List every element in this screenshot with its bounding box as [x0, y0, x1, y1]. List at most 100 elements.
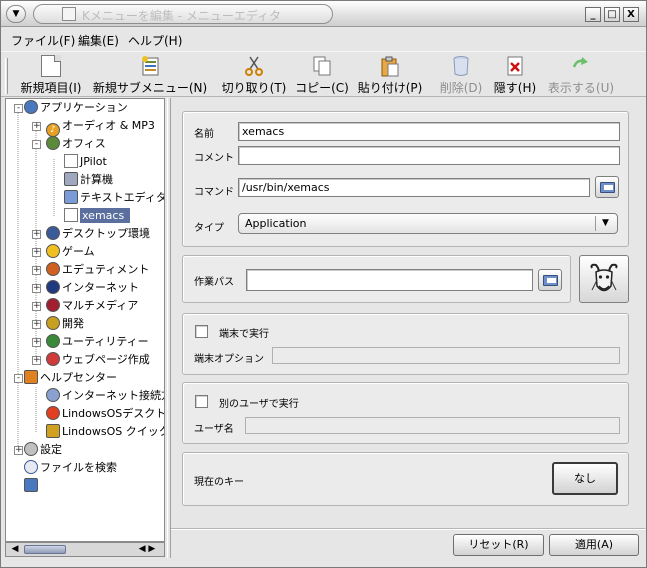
terminal-options-field[interactable] [272, 347, 620, 364]
menu-help[interactable]: ヘルプ(H) [128, 32, 182, 49]
tree-item-lindows-quick[interactable]: LindowsOS クイック [46, 423, 164, 441]
tree-item-label: 設定 [40, 443, 62, 456]
scroll-thumb[interactable] [24, 545, 66, 554]
tree-item-applications[interactable]: アプリケーション [24, 99, 128, 117]
tree-expander-help-center[interactable]: - [14, 374, 23, 383]
tree-item-desktop[interactable]: デスクトップ環境 [46, 225, 150, 243]
tree-item-webpage[interactable]: ウェブページ作成 [46, 351, 150, 369]
tree-item-computer[interactable] [24, 477, 40, 495]
name-field[interactable]: xemacs [238, 122, 620, 141]
paste-label: 貼り付け(P) [357, 81, 423, 95]
title-bar[interactable]: ▼ Kメニューを編集 - メニューエディタ _ □ X [1, 1, 646, 27]
tree-item-internet-connection[interactable]: インターネット接続方 [46, 387, 164, 405]
tree-item-settings[interactable]: 設定 [24, 441, 62, 459]
apply-button[interactable]: 適用(A) [549, 534, 639, 556]
comment-field[interactable] [238, 146, 620, 165]
app-icon-button[interactable] [579, 255, 629, 303]
tree-expander-utility[interactable]: + [32, 338, 41, 347]
search-icon [24, 460, 38, 474]
new-item-button[interactable]: 新規項目(I) [15, 52, 87, 97]
minimize-button[interactable]: _ [585, 7, 601, 22]
tree-item-text-editor[interactable]: テキストエディタ [64, 189, 164, 207]
tree-item-xemacs[interactable]: xemacs [64, 207, 131, 225]
tree-item-edutainment[interactable]: エデュティメント [46, 261, 149, 279]
tree-horizontal-scrollbar[interactable]: ◀ ◀ ▶ [5, 542, 165, 557]
workpath-browse-button[interactable] [538, 269, 562, 291]
tree-item-internet[interactable]: インターネット [46, 279, 139, 297]
tree-item-game[interactable]: ゲーム [46, 243, 95, 261]
current-key-label: 現在のキー [194, 477, 244, 488]
tree-item-label: オフィス [62, 137, 106, 150]
webpage-icon [46, 352, 60, 366]
username-field[interactable] [245, 417, 620, 434]
command-browse-button[interactable] [595, 176, 619, 198]
terminal-options-label: 端末オプション [194, 354, 264, 365]
workpath-field[interactable] [246, 269, 533, 291]
tree-item-label: ファイルを検索 [40, 461, 117, 474]
run-as-other-user-checkbox[interactable] [195, 395, 208, 408]
tree-item-office[interactable]: オフィス [46, 135, 106, 153]
tree-item-lindows-desktop[interactable]: LindowsOSデスクト [46, 405, 164, 423]
tree-expander-office[interactable]: - [32, 140, 41, 149]
tree-item-jpilot[interactable]: JPilot [64, 153, 107, 171]
tree-expander-edutainment[interactable]: + [32, 266, 41, 275]
hide-button[interactable]: 隠す(H) [491, 52, 539, 97]
tree-expander-multimedia[interactable]: + [32, 302, 41, 311]
tree-expander-applications[interactable]: - [14, 104, 23, 113]
tree-item-calculator[interactable]: 計算機 [64, 171, 113, 189]
tree-item-help-center[interactable]: ヘルプセンター [24, 369, 117, 387]
window-menu-button[interactable]: ▼ [6, 5, 26, 23]
tree-expander-desktop[interactable]: + [32, 230, 41, 239]
tree-item-label: デスクトップ環境 [62, 227, 150, 240]
run-in-terminal-checkbox[interactable] [195, 325, 208, 338]
delete-button[interactable]: 削除(D) [435, 52, 487, 97]
new-item-icon [41, 55, 61, 77]
new-submenu-label: 新規サブメニュー(N) [92, 81, 208, 95]
cut-button[interactable]: 切り取り(T) [219, 52, 289, 97]
current-key-button[interactable]: なし [552, 462, 618, 495]
help-center-icon [24, 370, 38, 384]
command-label: コマンド [194, 187, 234, 198]
menu-tree[interactable]: - アプリケーション + ♪ オーディオ & MP3 - オフィス JPilot … [5, 98, 165, 542]
type-select-value: Application [245, 217, 307, 230]
panel-splitter[interactable] [167, 98, 171, 558]
tree-expander-game[interactable]: + [32, 248, 41, 257]
command-field[interactable]: /usr/bin/xemacs [238, 178, 590, 197]
hide-icon [507, 56, 523, 76]
lindows-desktop-icon [46, 406, 60, 420]
menu-edit[interactable]: 編集(E) [78, 32, 119, 49]
tree-expander-settings[interactable]: + [14, 446, 23, 455]
tree-item-multimedia[interactable]: マルチメディア [46, 297, 138, 315]
show-label: 表示する(U) [547, 81, 615, 95]
paste-button[interactable]: 貼り付け(P) [355, 52, 425, 97]
close-button[interactable]: X [623, 7, 639, 22]
reset-button[interactable]: リセット(R) [453, 534, 544, 556]
general-group: 名前 xemacs コメント コマンド /usr/bin/xemacs タイプ … [182, 111, 629, 247]
new-submenu-button[interactable]: 新規サブメニュー(N) [91, 52, 209, 97]
new-submenu-icon [142, 56, 159, 76]
tree-item-label: オーディオ & MP3 [62, 119, 155, 132]
tree-expander-development[interactable]: + [32, 320, 41, 329]
tree-expander-internet[interactable]: + [32, 284, 41, 293]
menu-file[interactable]: ファイル(F) [11, 32, 75, 49]
copy-button[interactable]: コピー(C) [293, 52, 351, 97]
office-icon [46, 136, 60, 150]
tree-item-label: マルチメディア [62, 299, 139, 312]
tree-item-audio[interactable]: ♪ オーディオ & MP3 [46, 117, 155, 137]
tree-expander-audio[interactable]: + [32, 122, 41, 131]
tree-expander-webpage[interactable]: + [32, 356, 41, 365]
type-label: タイプ [194, 223, 224, 234]
show-button[interactable]: 表示する(U) [545, 52, 617, 97]
folder-icon [600, 182, 615, 193]
scroll-left-button[interactable]: ◀ [8, 544, 22, 555]
toolbar-handle[interactable] [5, 58, 8, 94]
lindows-quick-icon [46, 424, 60, 438]
maximize-button[interactable]: □ [604, 7, 620, 22]
tree-item-label: 計算機 [80, 173, 113, 186]
type-select[interactable]: Application ▼ [238, 213, 618, 234]
tree-item-find-files[interactable]: ファイルを検索 [24, 459, 117, 477]
tree-item-utility[interactable]: ユーティリティー [46, 333, 149, 351]
scroll-right-buttons[interactable]: ◀ ▶ [132, 544, 162, 555]
window-title: Kメニューを編集 - メニューエディタ [82, 9, 281, 23]
tree-item-development[interactable]: 開発 [46, 315, 84, 333]
